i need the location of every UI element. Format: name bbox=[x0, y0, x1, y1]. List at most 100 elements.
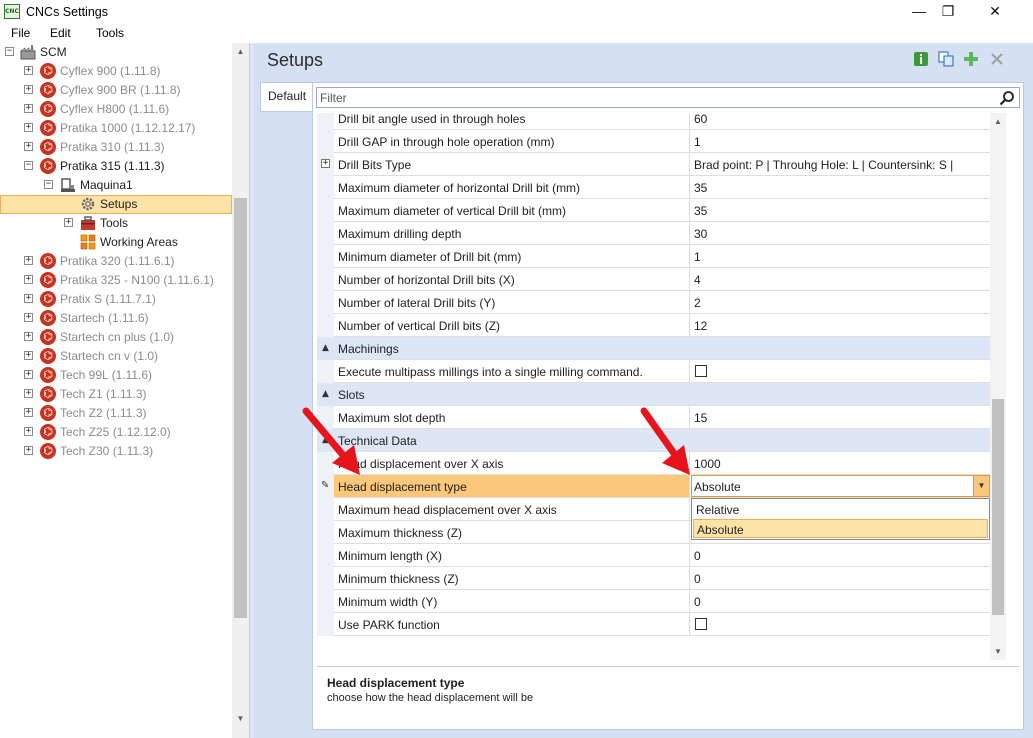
grid-scroll-thumb[interactable] bbox=[992, 399, 1004, 615]
tree-item-machine[interactable]: + ⌬ Pratika 320 (1.11.6.1) bbox=[0, 252, 232, 271]
tree-item-tools[interactable]: + Tools bbox=[0, 214, 232, 233]
restore-button[interactable]: ❐ bbox=[925, 0, 971, 24]
dropdown-option-absolute[interactable]: Absolute bbox=[693, 519, 988, 538]
tree-scroll-thumb[interactable] bbox=[234, 198, 247, 618]
dropdown-option-relative[interactable]: Relative bbox=[693, 500, 988, 519]
tree-item-machine[interactable]: + ⌬ Startech cn v (1.0) bbox=[0, 347, 232, 366]
delete-icon[interactable] bbox=[989, 51, 1005, 67]
chevron-down-icon[interactable]: ▼ bbox=[973, 476, 989, 496]
table-row[interactable]: Number of vertical Drill bits (Z) 12 bbox=[317, 314, 990, 337]
tree-item-machine[interactable]: + ⌬ Cyflex H800 (1.11.6) bbox=[0, 100, 232, 119]
tree-item-machine[interactable]: + ⌬ Pratika 1000 (1.12.12.17) bbox=[0, 119, 232, 138]
table-row[interactable]: Maximum diameter of horizontal Drill bit… bbox=[317, 176, 990, 199]
info-icon[interactable] bbox=[913, 51, 929, 67]
gear-icon bbox=[81, 197, 95, 211]
expand-icon[interactable]: + bbox=[24, 389, 33, 398]
tab-default[interactable]: Default bbox=[260, 82, 312, 112]
tree-root-scm[interactable]: − SCM bbox=[0, 43, 232, 62]
tree-item-machine[interactable]: + ⌬ Pratika 325 - N100 (1.11.6.1) bbox=[0, 271, 232, 290]
use-park-checkbox[interactable] bbox=[695, 618, 707, 630]
chevron-up-icon[interactable]: ▲ bbox=[322, 343, 329, 353]
scm-logo-icon: ⌬ bbox=[40, 120, 56, 136]
tree-item-machine[interactable]: + ⌬ Tech Z2 (1.11.3) bbox=[0, 404, 232, 423]
table-row[interactable]: Number of horizontal Drill bits (X) 4 bbox=[317, 268, 990, 291]
tree-item-machine[interactable]: + ⌬ Pratika 310 (1.11.3) bbox=[0, 138, 232, 157]
title-bar: CNC CNCs Settings — ❐ ✕ bbox=[0, 0, 1033, 24]
expand-icon[interactable]: + bbox=[24, 85, 33, 94]
collapse-icon[interactable]: − bbox=[24, 161, 33, 170]
table-row[interactable]: Minimum width (Y) 0 bbox=[317, 590, 990, 613]
tree-item-machine[interactable]: + ⌬ Tech Z30 (1.11.3) bbox=[0, 442, 232, 461]
tree-item-machine[interactable]: + ⌬ Startech (1.11.6) bbox=[0, 309, 232, 328]
expand-icon[interactable]: + bbox=[24, 332, 33, 341]
expand-icon[interactable]: + bbox=[24, 370, 33, 379]
collapse-icon[interactable]: − bbox=[44, 180, 53, 189]
tree-item-maquina1[interactable]: − Maquina1 bbox=[0, 176, 232, 195]
expand-icon[interactable]: + bbox=[24, 351, 33, 360]
scm-logo-icon: ⌬ bbox=[40, 310, 56, 326]
grid-scrollbar[interactable]: ▲ ▼ bbox=[990, 113, 1006, 660]
table-row[interactable]: Minimum thickness (Z) 0 bbox=[317, 567, 990, 590]
filter-input[interactable] bbox=[318, 89, 990, 106]
tree-item-setups[interactable]: Setups bbox=[0, 195, 232, 214]
table-row[interactable]: Number of lateral Drill bits (Y) 2 bbox=[317, 291, 990, 314]
expand-icon[interactable]: + bbox=[24, 275, 33, 284]
category-slots[interactable]: ▲ Slots bbox=[317, 383, 990, 406]
expand-icon[interactable]: + bbox=[24, 408, 33, 417]
expand-icon[interactable]: + bbox=[24, 446, 33, 455]
tree-label-machine: Pratix S (1.11.7.1) bbox=[60, 292, 156, 306]
scroll-down-icon[interactable]: ▼ bbox=[990, 643, 1006, 660]
tree-item-machine[interactable]: + ⌬ Startech cn plus (1.0) bbox=[0, 328, 232, 347]
table-row[interactable]: Minimum diameter of Drill bit (mm) 1 bbox=[317, 245, 990, 268]
table-row[interactable]: Drill GAP in through hole operation (mm)… bbox=[317, 130, 990, 153]
table-row[interactable]: Execute multipass millings into a single… bbox=[317, 360, 990, 383]
copy-icon[interactable] bbox=[938, 51, 954, 67]
multipass-checkbox[interactable] bbox=[695, 365, 707, 377]
expand-icon[interactable]: + bbox=[64, 218, 73, 227]
table-row[interactable]: Minimum length (X) 0 bbox=[317, 544, 990, 567]
expand-icon[interactable]: + bbox=[24, 294, 33, 303]
tree-label-maquina: Maquina1 bbox=[80, 178, 133, 192]
search-icon[interactable] bbox=[999, 90, 1015, 106]
table-row[interactable]: Drill bit angle used in through holes 60 bbox=[317, 113, 990, 130]
add-icon[interactable] bbox=[963, 51, 979, 67]
tree-item-machine[interactable]: + ⌬ Cyflex 900 BR (1.11.8) bbox=[0, 81, 232, 100]
close-button[interactable]: ✕ bbox=[972, 0, 1018, 24]
factory-icon bbox=[20, 45, 36, 60]
expand-icon[interactable]: + bbox=[24, 104, 33, 113]
expand-icon[interactable]: + bbox=[24, 123, 33, 132]
expand-icon[interactable]: + bbox=[24, 142, 33, 151]
scroll-up-icon[interactable]: ▲ bbox=[990, 113, 1006, 130]
tree-item-machine[interactable]: + ⌬ Tech Z1 (1.11.3) bbox=[0, 385, 232, 404]
tree-item-machine[interactable]: + ⌬ Cyflex 900 (1.11.8) bbox=[0, 62, 232, 81]
tree-item-working-areas[interactable]: Working Areas bbox=[0, 233, 232, 252]
scm-logo-icon: ⌬ bbox=[40, 291, 56, 307]
expand-icon[interactable]: + bbox=[24, 256, 33, 265]
scroll-up-icon[interactable]: ▲ bbox=[232, 43, 249, 60]
chevron-up-icon[interactable]: ▲ bbox=[322, 389, 329, 399]
tree-item-machine[interactable]: + ⌬ Tech 99L (1.11.6) bbox=[0, 366, 232, 385]
menu-edit[interactable]: Edit bbox=[50, 26, 71, 40]
expand-icon[interactable]: + bbox=[24, 427, 33, 436]
red-arrow-icon bbox=[640, 407, 690, 475]
table-row[interactable]: Use PARK function bbox=[317, 613, 990, 636]
tree-item-machine[interactable]: + ⌬ Pratix S (1.11.7.1) bbox=[0, 290, 232, 309]
tree-item-machine[interactable]: − ⌬ Pratika 315 (1.11.3) bbox=[0, 157, 232, 176]
table-row[interactable]: Maximum diameter of vertical Drill bit (… bbox=[317, 199, 990, 222]
table-row[interactable]: Maximum drilling depth 30 bbox=[317, 222, 990, 245]
collapse-icon[interactable]: − bbox=[5, 47, 14, 56]
head-displacement-type-select[interactable]: Absolute ▼ bbox=[691, 475, 990, 497]
scm-logo-icon: ⌬ bbox=[40, 424, 56, 440]
scroll-down-icon[interactable]: ▼ bbox=[232, 710, 249, 727]
menu-file[interactable]: File bbox=[11, 26, 30, 40]
category-machinings[interactable]: ▲ Machinings bbox=[317, 337, 990, 360]
table-row[interactable]: + Drill Bits Type Brad point: P | Throuhg … bbox=[317, 153, 990, 176]
tree-item-machine[interactable]: + ⌬ Tech Z25 (1.12.12.0) bbox=[0, 423, 232, 442]
scm-logo-icon: ⌬ bbox=[40, 139, 56, 155]
window-title: CNCs Settings bbox=[26, 5, 108, 19]
expand-icon[interactable]: + bbox=[24, 313, 33, 322]
menu-tools[interactable]: Tools bbox=[96, 26, 124, 40]
expand-icon[interactable]: + bbox=[321, 159, 330, 168]
expand-icon[interactable]: + bbox=[24, 66, 33, 75]
tree-scrollbar[interactable]: ▲ ▼ bbox=[232, 43, 249, 738]
